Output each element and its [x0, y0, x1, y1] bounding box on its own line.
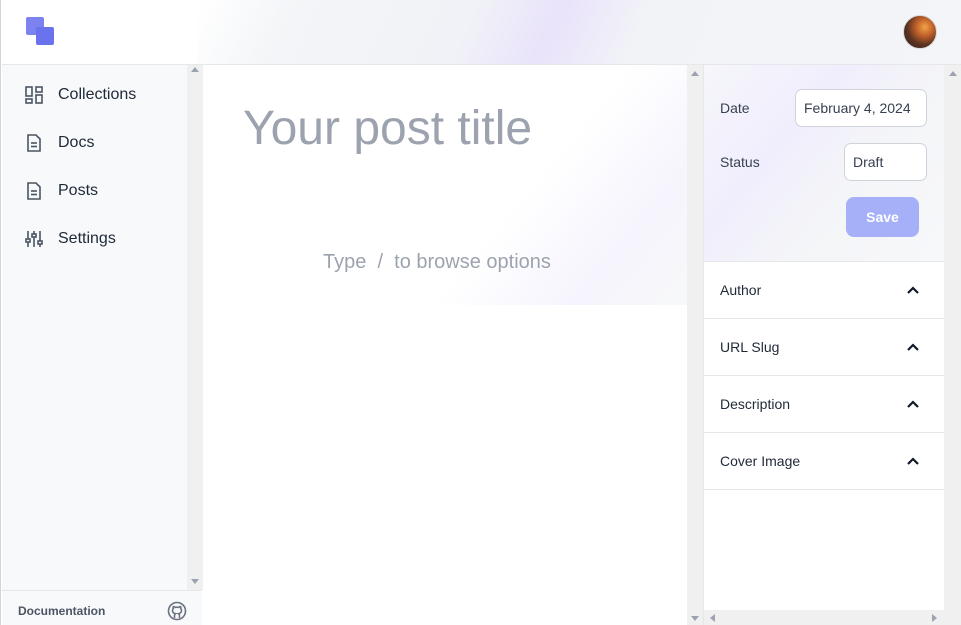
- editor-scrollbar[interactable]: [687, 65, 704, 625]
- status-select[interactable]: Draft: [844, 143, 927, 181]
- section-label: Author: [720, 282, 762, 298]
- documentation-link[interactable]: Documentation: [18, 604, 105, 618]
- sidebar-item-label: Docs: [58, 134, 95, 151]
- sidebar: Collections Docs Posts Settings: [2, 65, 187, 590]
- section-label: Description: [720, 396, 791, 412]
- sidebar-item-settings[interactable]: Settings: [2, 219, 187, 259]
- save-button[interactable]: Save: [846, 197, 919, 237]
- sliders-icon: [25, 231, 43, 247]
- section-description[interactable]: Description: [704, 376, 944, 433]
- chevron-up-icon: [907, 400, 919, 408]
- user-avatar[interactable]: [903, 15, 937, 49]
- section-cover-image[interactable]: Cover Image: [704, 433, 944, 490]
- scroll-up-arrow-icon[interactable]: [691, 71, 699, 76]
- status-label: Status: [720, 154, 760, 170]
- scroll-up-arrow-icon[interactable]: [949, 71, 957, 76]
- github-icon[interactable]: [167, 601, 187, 621]
- scrollbar-corner: [944, 610, 961, 625]
- section-label: Cover Image: [720, 453, 801, 469]
- date-field[interactable]: February 4, 2024: [795, 89, 927, 127]
- sidebar-item-label: Posts: [58, 182, 99, 199]
- sidebar-item-collections[interactable]: Collections: [2, 75, 187, 115]
- sidebar-item-label: Settings: [58, 230, 116, 247]
- sidebar-footer: Documentation: [2, 590, 202, 625]
- sidebar-item-label: Collections: [58, 86, 137, 103]
- publish-box: Date February 4, 2024 Status Draft Save: [704, 65, 944, 262]
- scroll-down-arrow-icon[interactable]: [691, 616, 699, 621]
- panel-horizontal-scrollbar[interactable]: [704, 610, 944, 625]
- section-label: URL Slug: [720, 339, 780, 355]
- app-window: Collections Docs Posts Settings Document…: [0, 0, 961, 625]
- post-editor: Your post title Type / to browse options: [203, 65, 687, 625]
- document-icon: [27, 182, 41, 200]
- editor-body-area: [203, 305, 687, 625]
- scroll-left-arrow-icon[interactable]: [710, 614, 715, 622]
- document-icon: [27, 134, 41, 152]
- chevron-up-icon: [907, 286, 919, 294]
- top-bar: [2, 0, 961, 65]
- post-body-input[interactable]: Type / to browse options: [323, 251, 551, 274]
- panel-vertical-scrollbar[interactable]: [944, 65, 961, 610]
- post-title-input[interactable]: Your post title: [243, 101, 532, 156]
- chevron-up-icon: [907, 457, 919, 465]
- sidebar-item-posts[interactable]: Posts: [2, 171, 187, 211]
- post-settings-panel: Date February 4, 2024 Status Draft Save …: [704, 65, 944, 610]
- chevron-up-icon: [907, 343, 919, 351]
- app-logo[interactable]: [26, 17, 56, 47]
- scroll-right-arrow-icon[interactable]: [932, 614, 937, 622]
- scroll-down-arrow-icon[interactable]: [191, 579, 199, 584]
- logo-square-front: [36, 27, 54, 45]
- section-author[interactable]: Author: [704, 262, 944, 319]
- section-url-slug[interactable]: URL Slug: [704, 319, 944, 376]
- grid-icon: [25, 86, 43, 104]
- scroll-up-arrow-icon[interactable]: [191, 67, 199, 72]
- sidebar-scrollbar[interactable]: [187, 65, 203, 590]
- date-label: Date: [720, 100, 750, 116]
- sidebar-item-docs[interactable]: Docs: [2, 123, 187, 163]
